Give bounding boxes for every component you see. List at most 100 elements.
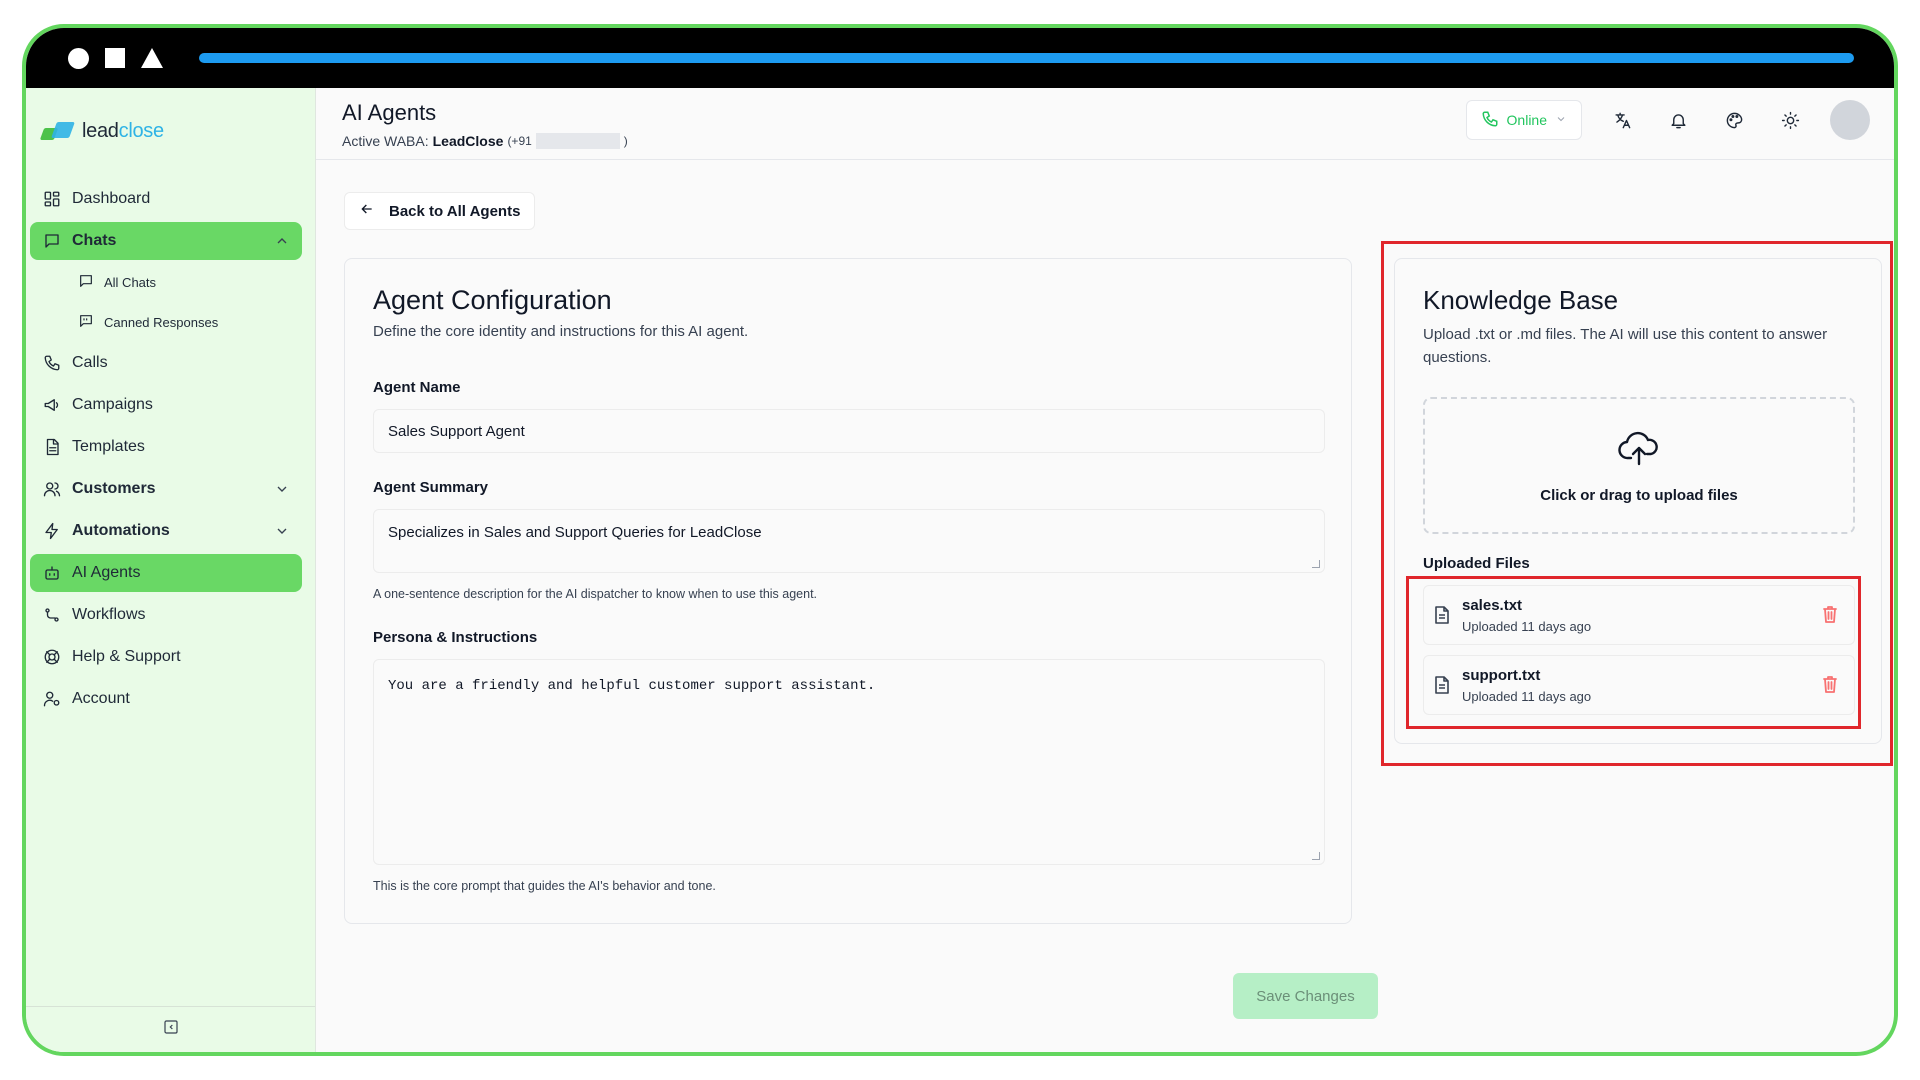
redacted-phone-number	[535, 133, 620, 149]
translate-icon[interactable]	[1606, 104, 1638, 136]
sidebar-item-calls[interactable]: Calls	[30, 344, 302, 382]
sidebar-item-ai-agents[interactable]: AI Agents	[30, 554, 302, 592]
agent-name-input[interactable]: Sales Support Agent	[373, 409, 1325, 453]
sidebar-item-label: AI Agents	[72, 564, 141, 581]
sidebar-item-label: Calls	[72, 354, 108, 371]
triangle-shape-icon	[141, 48, 163, 68]
sidebar-subitem-label: Canned Responses	[104, 314, 219, 330]
sidebar-item-label: Templates	[72, 438, 145, 455]
persona-instructions-label: Persona & Instructions	[373, 629, 538, 646]
page-title: AI Agents	[342, 100, 437, 125]
sidebar-nav: Dashboard Chats All Chats Canned Respons…	[30, 180, 302, 722]
sidebar-footer	[26, 1006, 315, 1052]
window-top-bar	[26, 28, 1894, 88]
knowledge-base-title: Knowledge Base	[1423, 285, 1619, 315]
waba-name: LeadClose	[432, 133, 504, 149]
megaphone-icon	[42, 395, 62, 415]
dropzone-text: Click or drag to upload files	[1540, 486, 1738, 504]
persona-instructions-value: You are a friendly and helpful customer …	[388, 678, 876, 694]
back-to-all-agents-button[interactable]: Back to All Agents	[344, 192, 536, 230]
sun-icon[interactable]	[1774, 104, 1806, 136]
robot-icon	[42, 563, 62, 583]
sidebar-item-label: Campaigns	[72, 396, 153, 413]
user-cog-icon	[42, 689, 62, 709]
waba-label: Active WABA:	[342, 133, 429, 149]
sidebar-item-label: Automations	[72, 522, 170, 539]
save-changes-button[interactable]: Save Changes	[1233, 973, 1378, 1019]
avatar[interactable]	[1830, 100, 1870, 140]
uploaded-files-highlight	[1406, 576, 1861, 729]
sidebar-item-label: Workflows	[72, 606, 146, 623]
waba-phone-prefix: (+91	[507, 134, 532, 148]
chevron-down-icon	[1555, 112, 1567, 128]
sidebar-item-label: Account	[72, 690, 130, 707]
card-subtitle: Define the core identity and instruction…	[373, 323, 749, 340]
palette-icon[interactable]	[1718, 104, 1750, 136]
sidebar-subitem-all-chats[interactable]: All Chats	[30, 264, 302, 300]
file-upload-dropzone[interactable]: Click or drag to upload files	[1423, 397, 1855, 534]
agent-summary-textarea[interactable]: Specializes in Sales and Support Queries…	[373, 509, 1325, 573]
waba-phone-suffix: )	[623, 134, 628, 148]
document-icon	[42, 437, 62, 457]
chat-bubble-icon	[42, 231, 62, 251]
agent-summary-value: Specializes in Sales and Support Queries…	[388, 524, 762, 541]
dashboard-grid-icon	[42, 189, 62, 209]
sidebar-item-label: Customers	[72, 480, 156, 497]
chat-quote-icon	[78, 313, 96, 331]
circle-shape-icon	[68, 47, 89, 69]
sidebar-item-campaigns[interactable]: Campaigns	[30, 386, 302, 424]
workflow-icon	[42, 605, 62, 625]
sidebar-item-account[interactable]: Account	[30, 680, 302, 718]
card-title: Agent Configuration	[373, 285, 612, 315]
sidebar-item-label: Help & Support	[72, 648, 181, 665]
arrow-left-icon	[359, 201, 375, 221]
sidebar-item-label: Chats	[72, 232, 117, 249]
device-frame: leadclose Dashboard Chats All Chats Cann…	[22, 24, 1898, 1056]
square-shape-icon	[105, 48, 125, 68]
phone-icon	[42, 353, 62, 373]
header-actions: Online	[1465, 100, 1870, 140]
agent-name-label: Agent Name	[373, 379, 461, 396]
chevron-down-icon[interactable]	[274, 481, 290, 497]
cloud-upload-icon	[1617, 428, 1661, 473]
chevron-down-icon[interactable]	[274, 523, 290, 539]
leadclose-logo-icon	[39, 121, 76, 142]
active-waba: Active WABA: LeadClose (+91 )	[342, 133, 628, 149]
users-icon	[42, 479, 62, 499]
collapse-sidebar-icon[interactable]	[163, 1019, 179, 1040]
page-header: AI Agents Active WABA: LeadClose (+91 ) …	[316, 88, 1894, 160]
sidebar-item-workflows[interactable]: Workflows	[30, 596, 302, 634]
sidebar-subitem-canned-responses[interactable]: Canned Responses	[30, 304, 302, 340]
save-button-label: Save Changes	[1256, 987, 1355, 1005]
sidebar-item-dashboard[interactable]: Dashboard	[30, 180, 302, 218]
sidebar-item-label: Dashboard	[72, 190, 151, 207]
agent-summary-label: Agent Summary	[373, 479, 489, 496]
sidebar: leadclose Dashboard Chats All Chats Cann…	[26, 88, 316, 1052]
lightning-icon	[42, 521, 62, 541]
brand-name: leadclose	[82, 120, 164, 142]
knowledge-base-subtitle: Upload .txt or .md files. The AI will us…	[1423, 326, 1828, 366]
persona-instructions-textarea[interactable]: You are a friendly and helpful customer …	[373, 659, 1325, 865]
agent-summary-help: A one-sentence description for the AI di…	[373, 587, 818, 601]
sidebar-item-templates[interactable]: Templates	[30, 428, 302, 466]
uploaded-files-label: Uploaded Files	[1423, 555, 1530, 572]
sidebar-item-automations[interactable]: Automations	[30, 512, 302, 550]
bell-icon[interactable]	[1662, 104, 1694, 136]
chat-square-icon	[78, 273, 96, 291]
brand-logo[interactable]: leadclose	[39, 120, 164, 143]
agent-name-value: Sales Support Agent	[388, 422, 525, 440]
phone-icon	[1481, 110, 1499, 131]
sidebar-item-chats[interactable]: Chats	[30, 222, 302, 260]
chevron-up-icon[interactable]	[274, 233, 290, 249]
agent-configuration-card: Agent Configuration Define the core iden…	[344, 258, 1352, 924]
back-button-label: Back to All Agents	[389, 202, 521, 220]
persona-instructions-help: This is the core prompt that guides the …	[373, 879, 716, 893]
sidebar-item-help-support[interactable]: Help & Support	[30, 638, 302, 676]
online-status-dropdown[interactable]: Online	[1465, 100, 1582, 140]
resize-handle[interactable]	[1312, 852, 1320, 860]
resize-handle[interactable]	[1312, 560, 1320, 568]
lifebuoy-icon	[42, 647, 62, 667]
sidebar-item-customers[interactable]: Customers	[30, 470, 302, 508]
status-label: Online	[1506, 112, 1547, 128]
sidebar-subitem-label: All Chats	[104, 274, 157, 290]
